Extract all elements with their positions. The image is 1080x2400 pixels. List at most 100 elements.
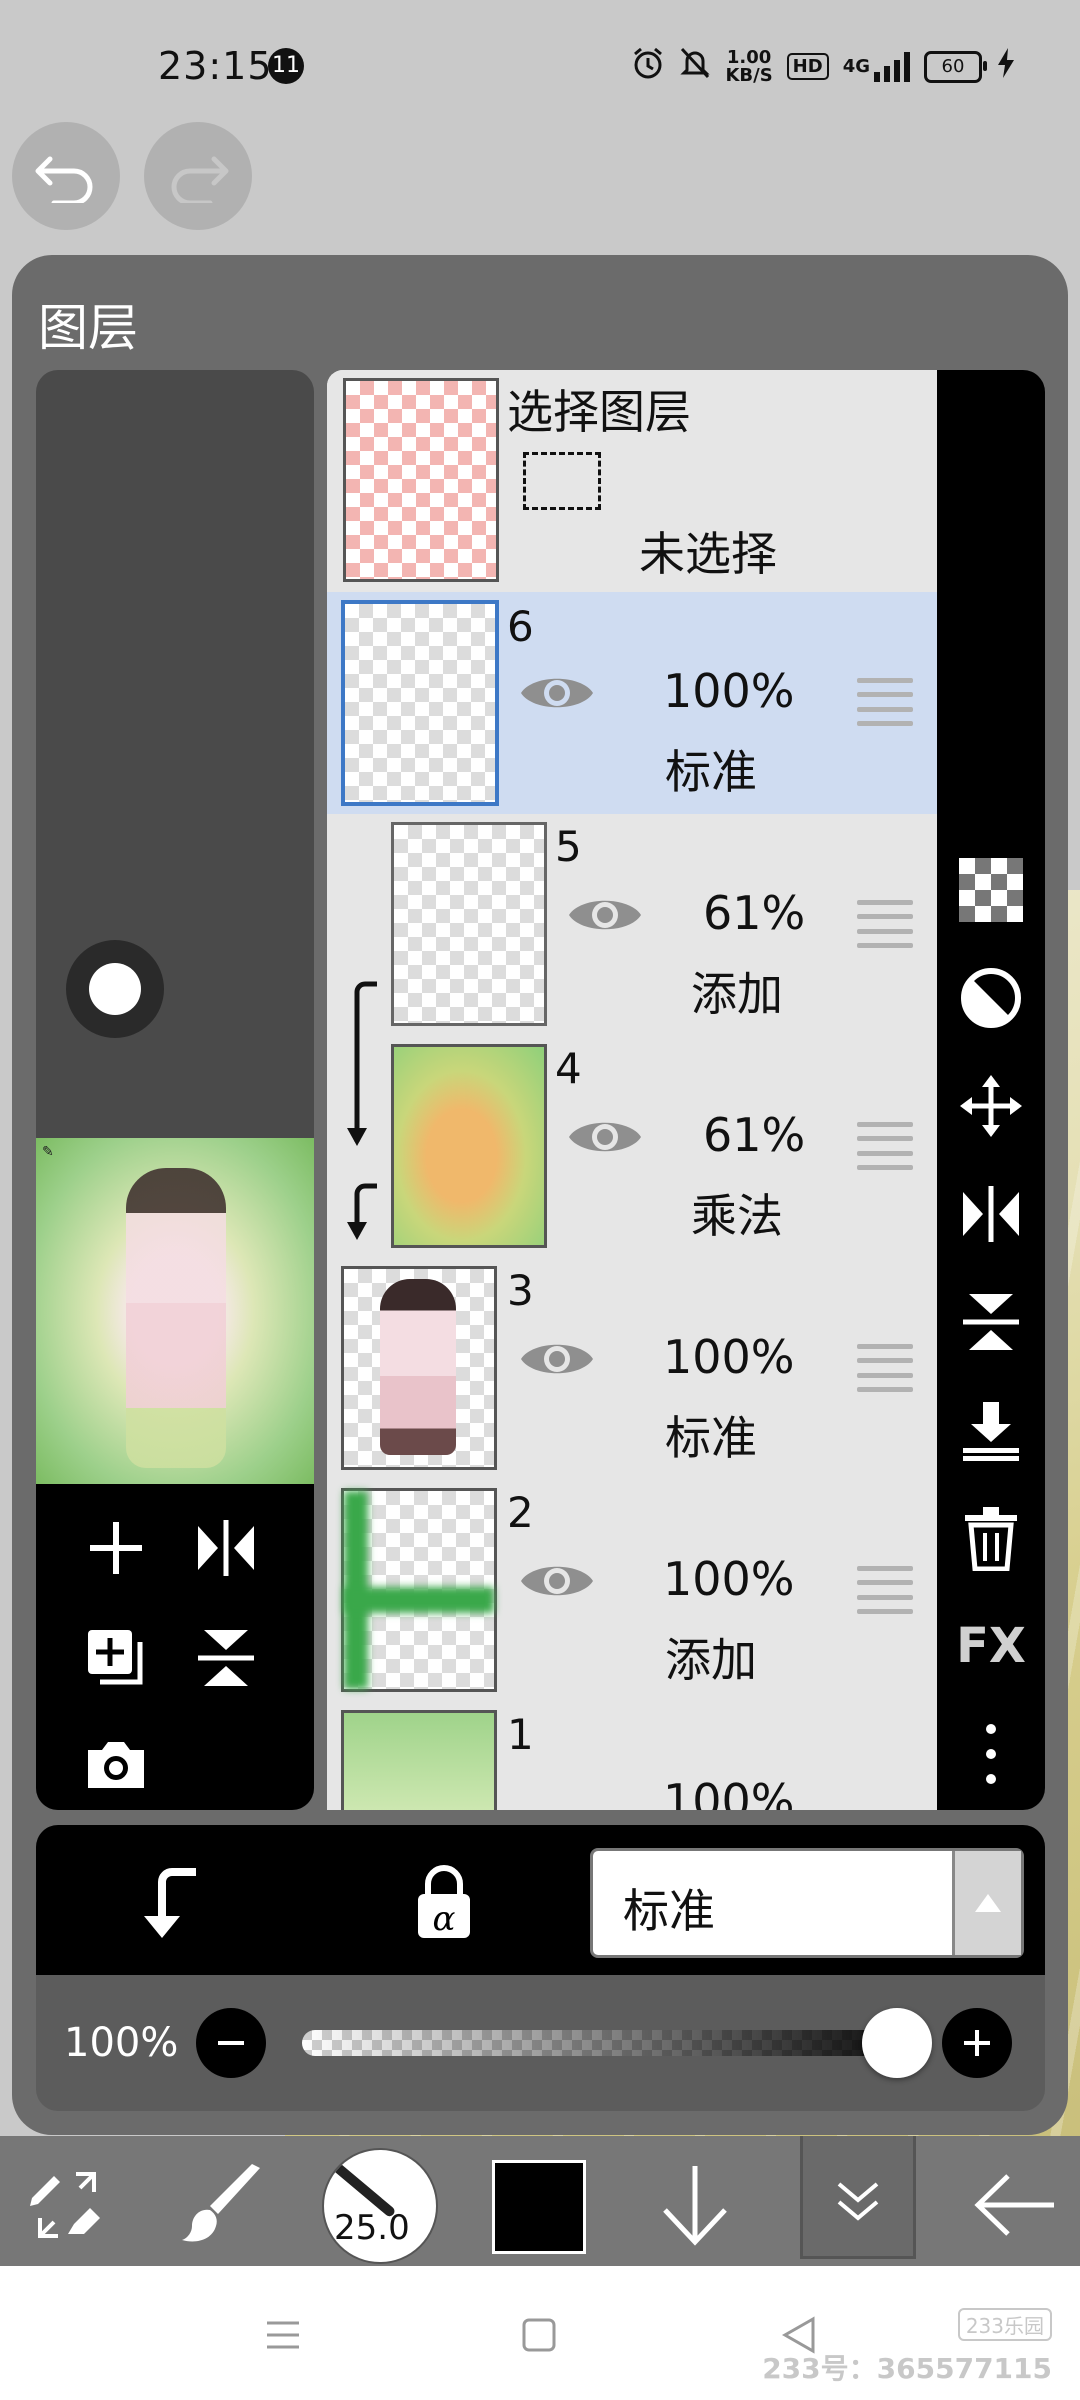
opacity-slider-thumb[interactable] xyxy=(862,2008,932,2078)
layer-row-3[interactable]: 3 100% 标准 xyxy=(327,1258,937,1483)
add-layer-button[interactable] xyxy=(76,1508,156,1588)
nav-home-button[interactable] xyxy=(514,2310,564,2360)
visibility-eye-icon[interactable] xyxy=(565,890,645,940)
canvas-preview[interactable]: ✎ xyxy=(36,1138,314,1484)
layer-blend-mode: 标准 xyxy=(665,745,757,799)
net-speed-value: 1.00 xyxy=(726,46,772,68)
brush-size-value: 25.0 xyxy=(334,2208,410,2248)
selection-layer-row[interactable]: 选择图层 未选择 xyxy=(327,370,937,595)
visibility-eye-icon[interactable] xyxy=(517,668,597,718)
merge-down-button[interactable] xyxy=(951,1390,1031,1470)
blend-mode-select[interactable]: 标准 xyxy=(590,1848,1024,1958)
battery-icon: 60 xyxy=(924,50,987,83)
brush-size-button[interactable]: 25.0 xyxy=(322,2148,438,2264)
undo-icon xyxy=(35,156,93,203)
scroll-down-button[interactable] xyxy=(640,2150,750,2260)
move-icon xyxy=(960,1075,1022,1137)
alpha-lock-icon: α xyxy=(418,1865,470,1939)
undo-button[interactable] xyxy=(12,122,120,230)
selection-marquee-icon xyxy=(523,452,601,510)
layer-list[interactable]: 选择图层 未选择 6 100% 标准 5 61% 添加 4 61% 乘法 3 1… xyxy=(327,370,937,1810)
layer-right-tools: FX xyxy=(937,370,1045,1810)
flip-horizontal-icon xyxy=(963,1186,1019,1242)
tool-switch-button[interactable] xyxy=(12,2150,122,2260)
layer-number: 4 xyxy=(555,1044,582,1093)
layer-row-6[interactable]: 6 100% 标准 xyxy=(327,592,937,817)
panel-scroll-knob[interactable] xyxy=(66,940,164,1038)
move-button[interactable] xyxy=(951,1066,1031,1146)
status-icons: 1.00 KB/S HD 4G 60 xyxy=(631,46,1016,87)
battery-level: 60 xyxy=(941,55,965,77)
back-arrow-button[interactable] xyxy=(960,2150,1070,2260)
drag-handle-icon[interactable] xyxy=(857,1344,913,1392)
status-time: 23:15 xyxy=(158,44,273,88)
layer-opacity: 100% xyxy=(663,1552,795,1606)
collapse-panel-button[interactable] xyxy=(800,2136,916,2259)
trash-icon xyxy=(965,1507,1017,1571)
drag-handle-icon[interactable] xyxy=(857,678,913,726)
camera-button[interactable] xyxy=(76,1724,156,1804)
layer-row-4[interactable]: 4 61% 乘法 xyxy=(327,1036,937,1261)
layer-number: 5 xyxy=(555,822,582,871)
brush-icon xyxy=(182,2164,260,2242)
nav-menu-button[interactable] xyxy=(258,2310,308,2360)
flip-horizontal-left-button[interactable] xyxy=(186,1508,266,1588)
layer-row-5[interactable]: 5 61% 添加 xyxy=(327,814,937,1039)
layer-thumbnail-5 xyxy=(391,822,547,1026)
layer-number: 2 xyxy=(507,1488,534,1537)
fx-button[interactable]: FX xyxy=(951,1606,1031,1686)
opacity-decrease-button[interactable] xyxy=(196,2008,266,2078)
duplicate-layer-icon xyxy=(88,1630,143,1685)
delete-layer-button[interactable] xyxy=(951,1498,1031,1578)
flip-horizontal-button[interactable] xyxy=(951,1174,1031,1254)
layer-3-figure xyxy=(380,1279,456,1455)
invert-button[interactable] xyxy=(951,958,1031,1038)
brush-tool-button[interactable] xyxy=(168,2150,278,2260)
flip-vertical-left-button[interactable] xyxy=(186,1618,266,1698)
color-swatch-button[interactable] xyxy=(492,2160,586,2254)
panel-title: 图层 xyxy=(38,299,138,357)
duplicate-layer-button[interactable] xyxy=(76,1618,156,1698)
flip-vertical-icon xyxy=(963,1294,1019,1350)
dropdown-arrow-icon xyxy=(952,1851,1021,1955)
layer-thumbnail-1 xyxy=(341,1710,497,1810)
opacity-increase-button[interactable] xyxy=(942,2008,1012,2078)
mute-bell-icon xyxy=(679,46,711,87)
layer-thumbnail-2 xyxy=(341,1488,497,1692)
layer-number: 1 xyxy=(507,1710,534,1759)
layer-opacity: 100% xyxy=(663,1774,795,1810)
redo-button[interactable] xyxy=(144,122,252,230)
layer-blend-mode: 乘法 xyxy=(691,1189,783,1243)
visibility-eye-icon[interactable] xyxy=(517,1334,597,1384)
hd-icon: HD xyxy=(786,53,829,80)
opacity-slider-track[interactable] xyxy=(302,2030,932,2056)
layer-blend-mode: 添加 xyxy=(665,1633,757,1687)
selection-layer-thumbnail xyxy=(343,378,499,582)
layer-thumbnail-6 xyxy=(341,600,499,806)
layer-number: 3 xyxy=(507,1266,534,1315)
merge-down-icon xyxy=(963,1402,1019,1461)
drag-handle-icon[interactable] xyxy=(857,1122,913,1170)
visibility-eye-icon[interactable] xyxy=(517,1556,597,1606)
alpha-lock-button[interactable]: α xyxy=(408,1862,498,1952)
preview-figure xyxy=(126,1168,226,1468)
drag-handle-icon[interactable] xyxy=(857,900,913,948)
opacity-label: 100% xyxy=(64,2020,179,2066)
flip-vertical-icon xyxy=(198,1630,254,1686)
layer-row-2[interactable]: 2 100% 添加 xyxy=(327,1480,937,1705)
drag-handle-icon[interactable] xyxy=(857,1566,913,1614)
menu-icon xyxy=(267,2321,299,2349)
layer-opacity: 61% xyxy=(703,1108,806,1162)
clipping-button[interactable] xyxy=(132,1862,222,1952)
more-options-button[interactable] xyxy=(951,1714,1031,1794)
visibility-eye-icon[interactable] xyxy=(565,1112,645,1162)
left-tools xyxy=(36,1484,314,1810)
svg-text:α: α xyxy=(433,1899,456,1939)
transparency-lock-button[interactable] xyxy=(951,850,1031,930)
net-speed: 1.00 KB/S xyxy=(725,46,772,85)
layer-row-1[interactable]: 1 100% xyxy=(327,1702,937,1810)
flip-vertical-button[interactable] xyxy=(951,1282,1031,1362)
charging-icon xyxy=(996,46,1016,87)
more-vertical-icon xyxy=(986,1724,996,1784)
selection-layer-title: 选择图层 xyxy=(507,385,691,439)
